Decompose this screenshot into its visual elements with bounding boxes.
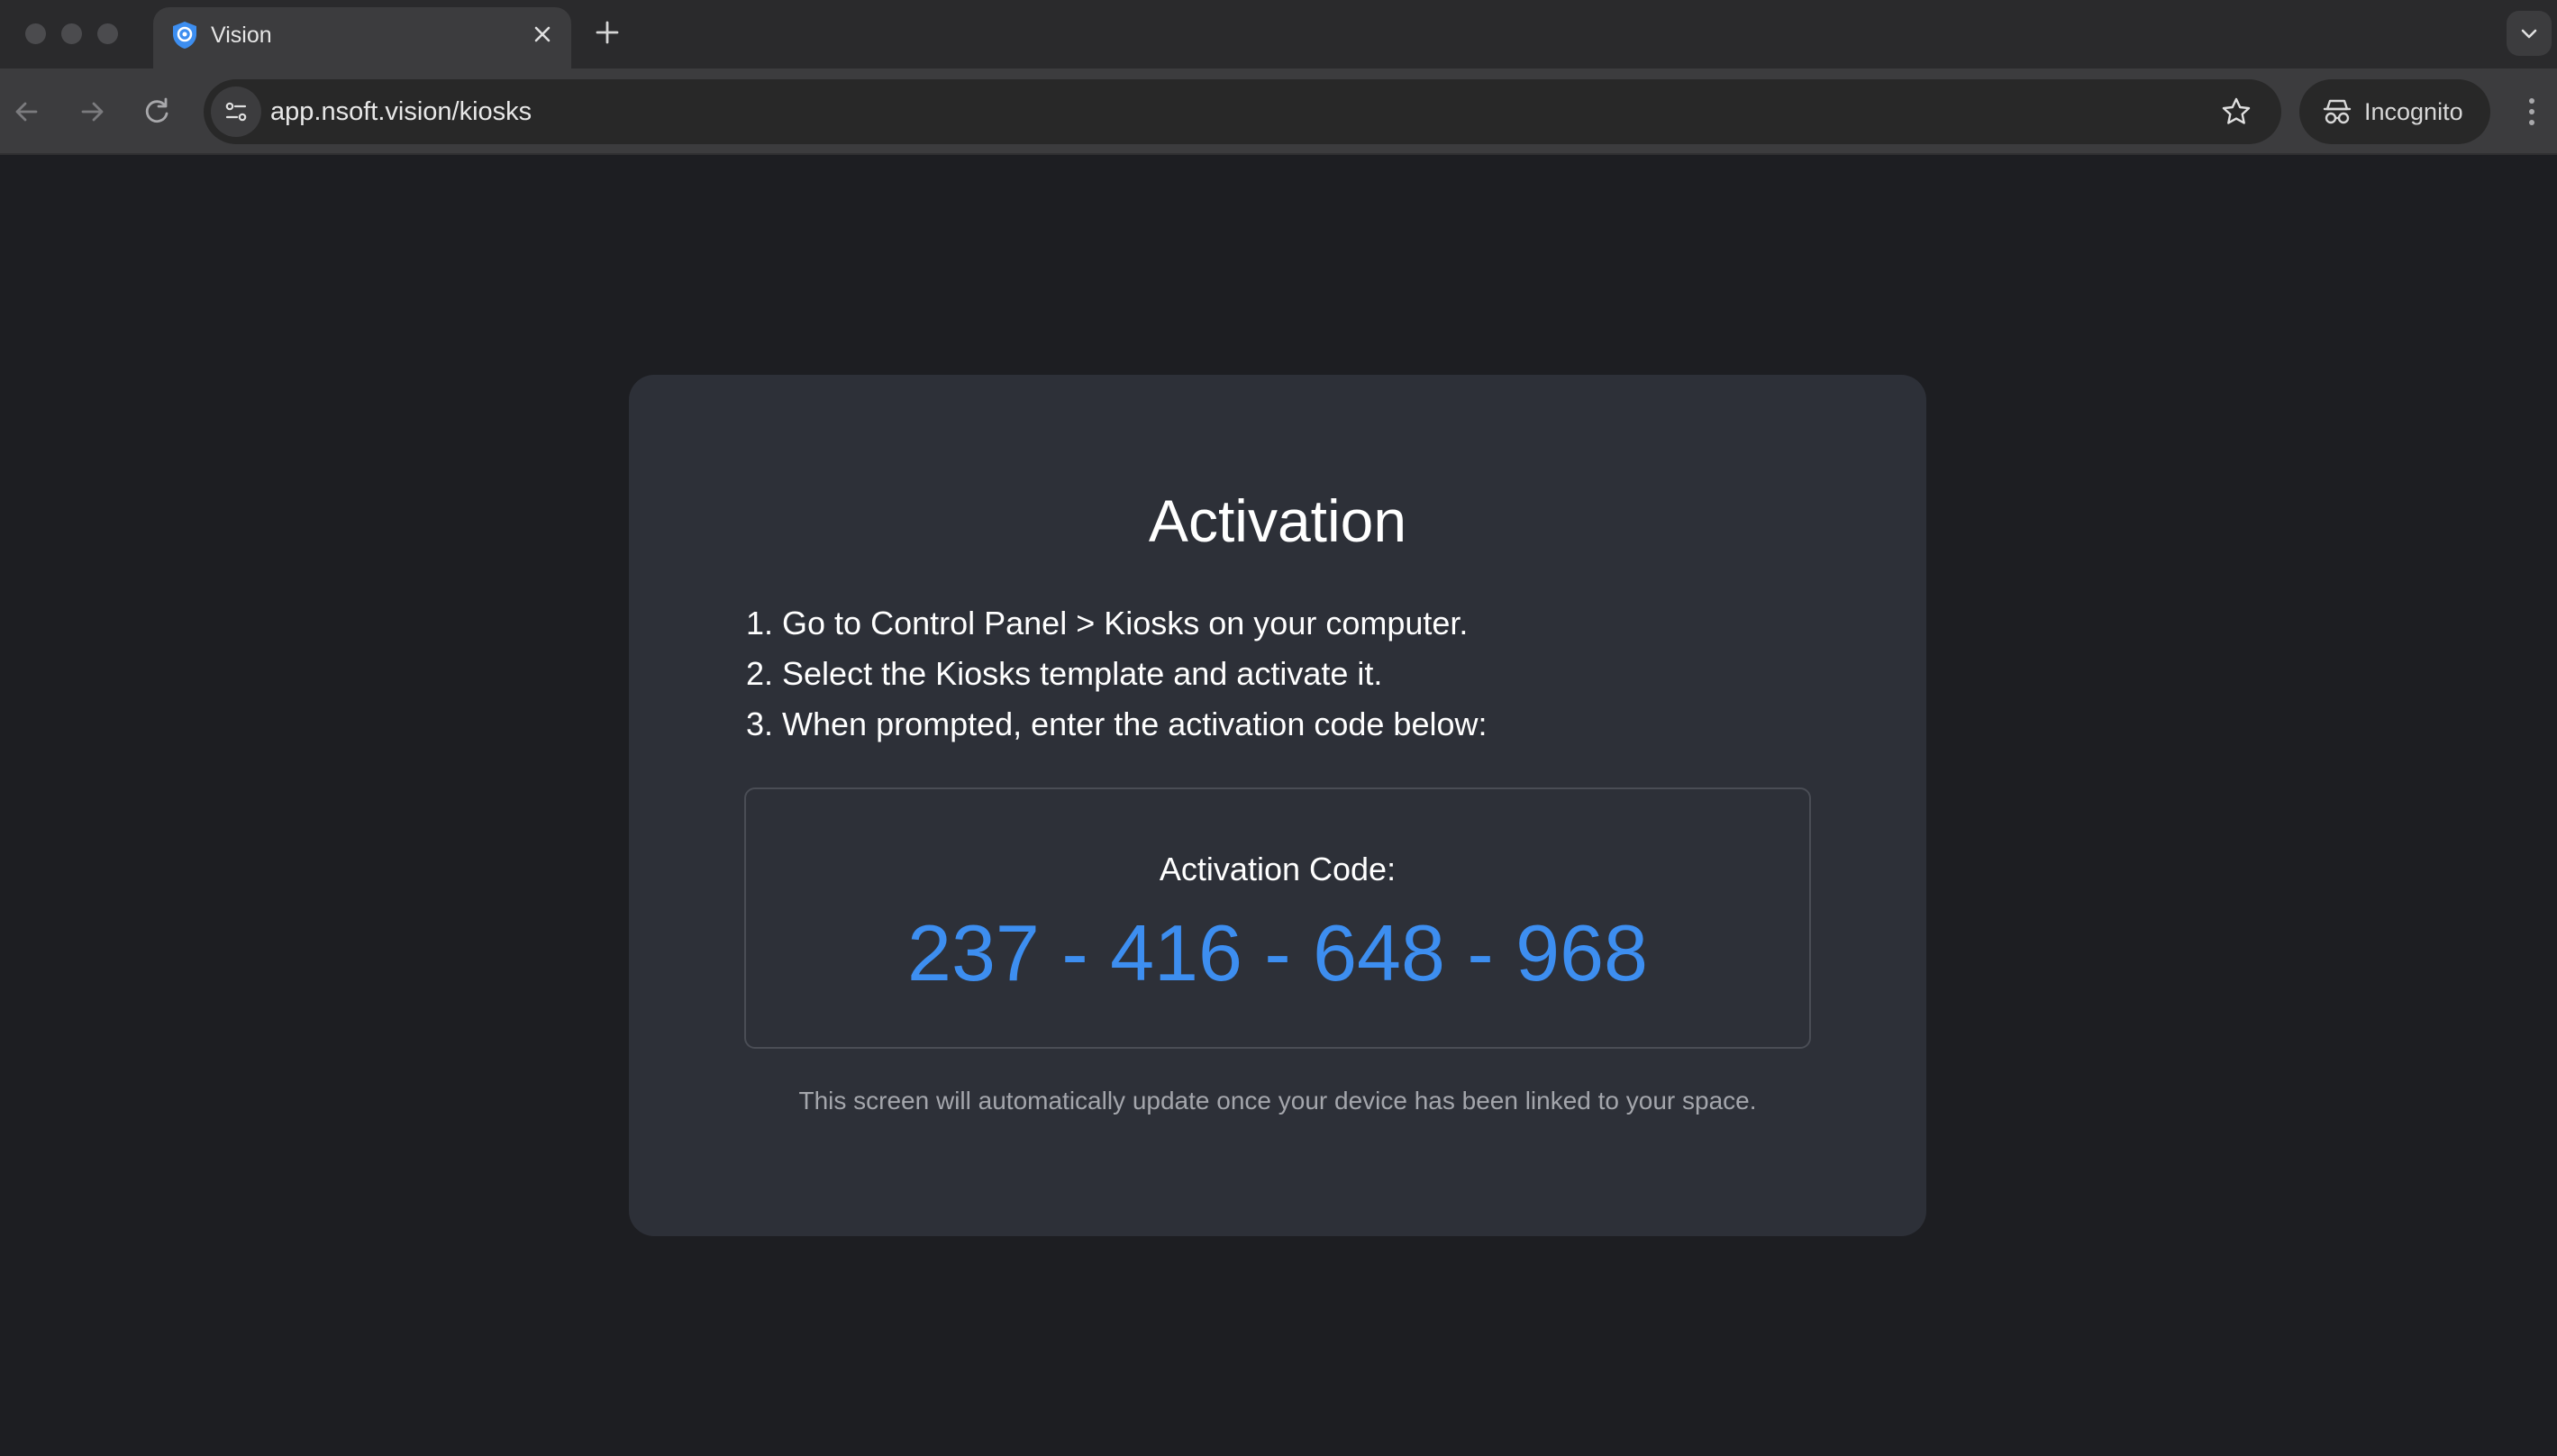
address-bar[interactable]: app.nsoft.vision/kiosks [204, 79, 2281, 144]
activation-code-value: 237 - 416 - 648 - 968 [907, 908, 1648, 997]
browser-tab[interactable]: Vision [153, 7, 571, 68]
incognito-indicator[interactable]: Incognito [2299, 79, 2490, 144]
tune-icon[interactable] [211, 86, 261, 137]
arrow-left-icon[interactable] [7, 92, 47, 132]
page-title: Activation [1148, 487, 1407, 554]
instruction-list: 1. Go to Control Panel > Kiosks on your … [746, 598, 1487, 750]
plus-icon[interactable] [591, 16, 623, 49]
shield-icon [169, 20, 200, 50]
url-text[interactable]: app.nsoft.vision/kiosks [270, 96, 532, 128]
window-maximize-button[interactable] [97, 23, 118, 44]
window-minimize-button[interactable] [61, 23, 82, 44]
activation-card: Activation 1. Go to Control Panel > Kios… [629, 375, 1926, 1236]
incognito-label: Incognito [2364, 98, 2463, 125]
browser-toolbar: app.nsoft.vision/kiosks Incognito [0, 68, 2557, 155]
kebab-menu-icon[interactable] [2514, 90, 2550, 133]
instruction-step: 2. Select the Kiosks template and activa… [746, 655, 1383, 692]
instruction-step: 3. When prompted, enter the activation c… [746, 705, 1488, 742]
reload-icon[interactable] [137, 92, 177, 132]
status-note: This screen will automatically update on… [798, 1087, 1757, 1115]
tab-title: Vision [211, 23, 272, 48]
activation-code-box: Activation Code: 237 - 416 - 648 - 968 [744, 787, 1811, 1049]
star-icon[interactable] [2218, 94, 2254, 130]
arrow-right-icon[interactable] [72, 92, 112, 132]
close-icon[interactable] [526, 18, 559, 50]
activation-code-label: Activation Code: [1159, 851, 1397, 887]
tab-strip: Vision [0, 0, 2557, 68]
chevron-down-icon [2521, 29, 2537, 39]
incognito-icon [2323, 99, 2352, 124]
instruction-step: 1. Go to Control Panel > Kiosks on your … [746, 605, 1469, 642]
tab-search-button[interactable] [2507, 11, 2552, 56]
window-close-button[interactable] [25, 23, 46, 44]
